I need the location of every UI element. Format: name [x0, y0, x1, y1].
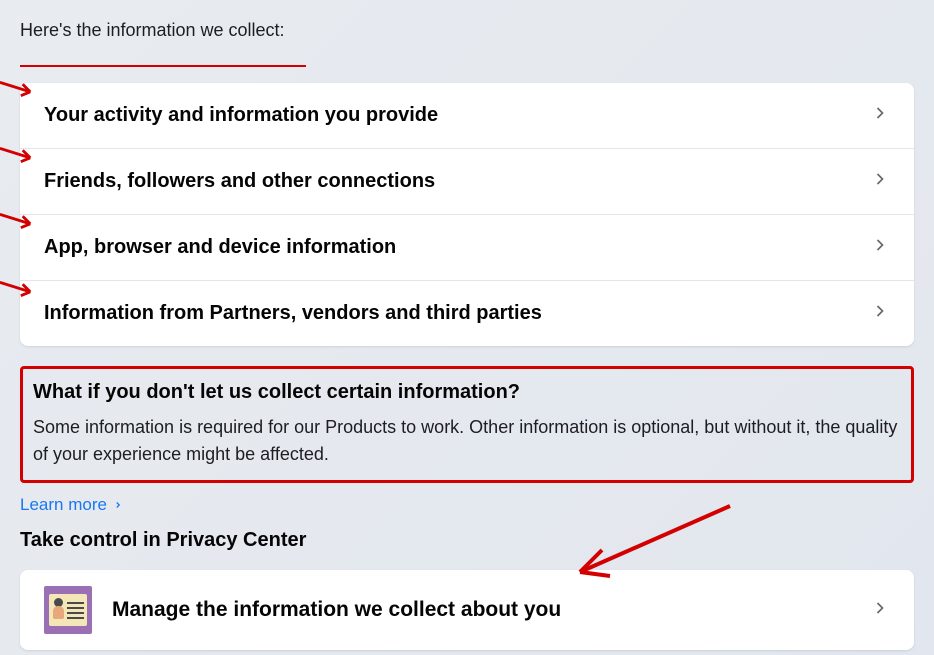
annotation-underline — [20, 65, 306, 67]
callout-title: What if you don't let us collect certain… — [33, 381, 901, 404]
callout-box: What if you don't let us collect certain… — [20, 366, 914, 483]
chevron-right-icon — [870, 598, 890, 623]
learn-more-link[interactable]: Learn more — [20, 495, 123, 515]
section-heading: Here's the information we collect: — [20, 20, 285, 41]
list-item-partners[interactable]: Information from Partners, vendors and t… — [20, 281, 914, 346]
list-item-label: App, browser and device information — [44, 236, 396, 259]
list-item-activity[interactable]: Your activity and information you provid… — [20, 83, 914, 149]
list-item-label: Information from Partners, vendors and t… — [44, 302, 542, 325]
callout-body: Some information is required for our Pro… — [33, 414, 901, 468]
chevron-right-icon — [870, 169, 890, 194]
id-card-icon — [44, 586, 92, 634]
manage-info-card[interactable]: Manage the information we collect about … — [20, 570, 914, 650]
learn-more-label: Learn more — [20, 495, 107, 515]
list-item-device[interactable]: App, browser and device information — [20, 215, 914, 281]
privacy-center-title: Take control in Privacy Center — [20, 529, 914, 552]
chevron-right-icon — [870, 301, 890, 326]
action-label: Manage the information we collect about … — [112, 598, 561, 622]
chevron-right-icon — [870, 235, 890, 260]
chevron-right-icon — [113, 500, 123, 510]
info-list-card: Your activity and information you provid… — [20, 83, 914, 346]
list-item-friends[interactable]: Friends, followers and other connections — [20, 149, 914, 215]
list-item-label: Friends, followers and other connections — [44, 170, 435, 193]
chevron-right-icon — [870, 103, 890, 128]
list-item-label: Your activity and information you provid… — [44, 104, 438, 127]
